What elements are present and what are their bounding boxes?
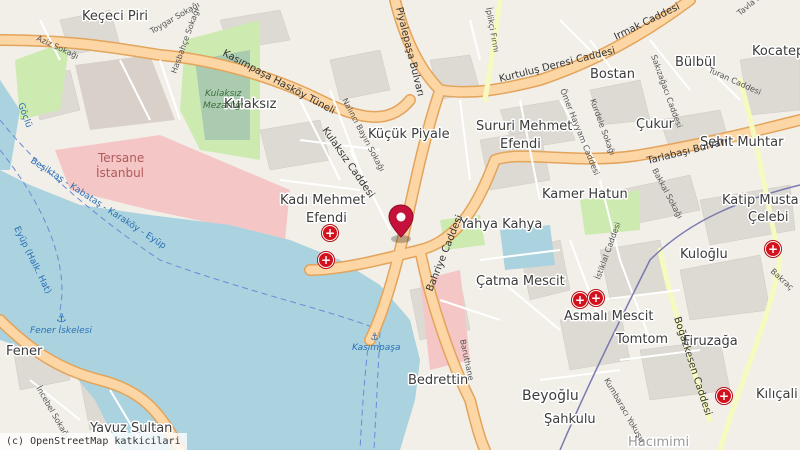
label-katip-musta: Katip Musta — [722, 193, 799, 208]
label-kilicali: Kılıçali — [756, 387, 798, 402]
label-kamer-hatun: Kamer Hatun — [542, 187, 628, 202]
hospital-icon[interactable]: + — [572, 292, 588, 308]
label-kuloglu: Kuloğlu — [680, 247, 728, 262]
hospital-icon[interactable]: + — [765, 241, 781, 257]
label-kadi-mehmet: Kadı Mehmet — [280, 193, 365, 208]
label-kulaksiz-mezarligi-1: Kulaksız — [205, 89, 242, 99]
map-attribution: (c) OpenStreetMap katkicilari — [0, 433, 187, 450]
label-bedrettin: Bedrettin — [408, 373, 468, 388]
label-kocatepe: Kocatepe — [752, 44, 800, 59]
label-kulaksiz-mezarligi-2: Mezarlığı — [203, 101, 244, 111]
label-cukur: Çukur — [636, 117, 675, 132]
label-kadi-efendi: Efendi — [306, 211, 347, 226]
label-sururi-mehmet: Sururi Mehmet — [476, 119, 572, 134]
label-kasimpasa-pier: Kasımpaşa — [352, 343, 401, 353]
label-sururi-efendi: Efendi — [500, 137, 541, 152]
label-tersane: Tersane — [97, 151, 144, 165]
hospital-icon[interactable]: + — [716, 388, 732, 404]
hospital-icon[interactable]: + — [588, 290, 604, 306]
anchor-icon: ⚓ — [56, 311, 67, 325]
label-tomtom: Tomtom — [615, 332, 668, 347]
label-beyoglu: Beyoğlu — [522, 388, 579, 404]
label-katip-celebi: Çelebi — [748, 210, 789, 225]
label-yahya-kahya: Yahya Kahya — [459, 217, 542, 232]
hospital-icon[interactable]: + — [318, 252, 334, 268]
label-catma-mescit: Çatma Mescit — [476, 274, 565, 289]
label-kucuk-piyale: Küçük Piyale — [368, 127, 450, 142]
label-fener-iskelesi: Fener İskelesi — [30, 325, 92, 336]
label-asmali-mescit: Asmalı Mescit — [564, 309, 654, 324]
label-istanbul: İstanbul — [96, 165, 144, 180]
label-sahkulu: Şahkulu — [544, 412, 596, 427]
anchor-icon: ⚓ — [370, 332, 379, 343]
label-fener: Fener — [6, 344, 43, 359]
label-bostan: Bostan — [590, 67, 635, 82]
location-pin-icon[interactable] — [386, 203, 416, 245]
label-kececi-piri: Keçeci Piri — [82, 9, 148, 24]
hospital-icon[interactable]: + — [322, 225, 338, 241]
